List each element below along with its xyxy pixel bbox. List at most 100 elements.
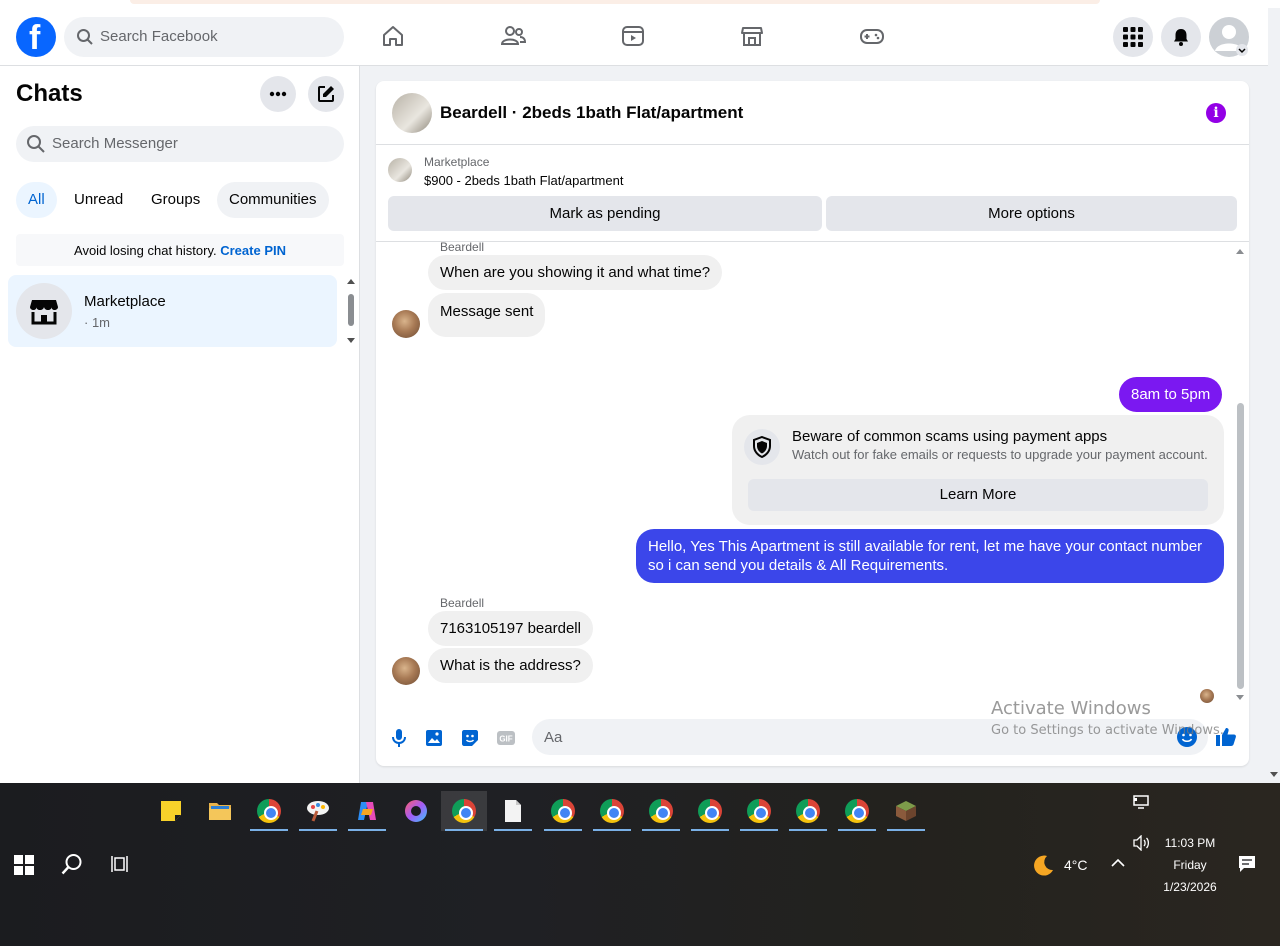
network-icon[interactable] [1133, 795, 1151, 811]
new-message-button[interactable] [308, 76, 344, 112]
marketplace-icon[interactable] [738, 22, 766, 50]
listing-thumbnail[interactable] [388, 158, 412, 182]
filter-communities[interactable]: Communities [217, 182, 329, 218]
notifications-button[interactable] [1161, 17, 1201, 57]
filter-all[interactable]: All [16, 182, 57, 218]
outgoing-message[interactable]: 8am to 5pm [1119, 377, 1223, 412]
listing-price[interactable]: $900 - 2beds 1bath Flat/apartment [424, 173, 623, 188]
chat-scrollbar-thumb[interactable] [1237, 403, 1244, 689]
video-icon[interactable] [619, 22, 647, 50]
filter-unread[interactable]: Unread [62, 182, 135, 218]
messenger-search-input[interactable]: Search Messenger [16, 126, 344, 162]
windows-start-icon[interactable] [14, 855, 34, 875]
chat-header: Beardell · 2beds 1bath Flat/apartment i [376, 81, 1249, 145]
paint-icon [307, 801, 329, 822]
filter-groups[interactable]: Groups [139, 182, 212, 218]
incoming-message[interactable]: 7163105197 beardell [428, 611, 593, 646]
facebook-header: f Search Facebook [0, 8, 1268, 66]
sidebar-scrollbar[interactable] [346, 276, 356, 346]
account-avatar-button[interactable] [1209, 17, 1249, 57]
chrome-icon [551, 799, 575, 823]
chat-window: Beardell · 2beds 1bath Flat/apartment i … [376, 81, 1249, 766]
info-icon[interactable]: i [1206, 103, 1226, 123]
game-block-icon [896, 801, 916, 821]
sender-avatar[interactable] [392, 310, 420, 338]
incoming-message[interactable]: When are you showing it and what time? [428, 255, 723, 290]
copilot-app[interactable] [344, 791, 390, 831]
moon-weather-icon[interactable] [1030, 853, 1056, 879]
clock-time[interactable]: 11:03 PM [1158, 836, 1222, 850]
incoming-message[interactable]: Message sent [428, 293, 546, 337]
chat-options-button[interactable] [260, 76, 296, 112]
menu-grid-button[interactable] [1113, 17, 1153, 57]
pin-notice: Avoid losing chat history. Create PIN [16, 234, 344, 266]
conversation-item-marketplace[interactable]: Marketplace · 1m [8, 275, 337, 347]
chrome-profile-app[interactable] [540, 791, 586, 831]
chrome-icon [649, 799, 673, 823]
chat-scrollbar[interactable] [1234, 243, 1246, 703]
chrome-icon [698, 799, 722, 823]
sticky-notes-app[interactable] [148, 791, 194, 831]
search-icon[interactable] [61, 853, 83, 875]
chrome-profile-app[interactable] [589, 791, 635, 831]
chrome-profile-app[interactable] [638, 791, 684, 831]
sender-name: Beardell [440, 240, 485, 254]
copilot-icon [358, 802, 376, 820]
pin-notice-text: Avoid losing chat history. [74, 243, 217, 258]
svg-text:GIF: GIF [499, 735, 512, 744]
grid-icon [1123, 27, 1143, 47]
volume-icon[interactable] [1133, 835, 1151, 851]
chrome-profile-app[interactable] [441, 791, 487, 831]
document-app[interactable] [490, 791, 536, 831]
task-view-icon[interactable] [110, 855, 130, 873]
sender-name: Beardell [440, 596, 485, 610]
more-options-button[interactable]: More options [826, 196, 1237, 231]
facebook-search-input[interactable]: Search Facebook [64, 17, 344, 57]
home-icon[interactable] [379, 22, 407, 50]
create-pin-link[interactable]: Create PIN [220, 243, 286, 258]
chrome-icon [747, 799, 771, 823]
shield-icon [753, 436, 771, 458]
mark-as-pending-button[interactable]: Mark as pending [388, 196, 822, 231]
incoming-message[interactable]: What is the address? [428, 648, 593, 683]
paint-app[interactable] [295, 791, 341, 831]
gaming-icon[interactable] [858, 22, 886, 50]
clock-date[interactable]: 1/23/2026 [1158, 880, 1222, 894]
chrome-icon [796, 799, 820, 823]
store-icon [30, 300, 58, 325]
scam-warning-card: Beware of common scams using payment app… [732, 415, 1224, 525]
photos-app[interactable] [393, 791, 439, 831]
chrome-profile-app[interactable] [834, 791, 880, 831]
scam-warning-body: Watch out for fake emails or requests to… [792, 447, 1208, 462]
chat-title[interactable]: Beardell · 2beds 1bath Flat/apartment [440, 103, 743, 123]
folder-icon [209, 803, 231, 820]
minecraft-app[interactable] [883, 791, 929, 831]
sender-avatar[interactable] [392, 657, 420, 685]
notification-center-icon[interactable] [1238, 855, 1256, 873]
listing-avatar[interactable] [392, 93, 432, 133]
message-input-placeholder: Aa [544, 729, 563, 746]
shield-icon-wrap [744, 429, 780, 465]
weather-temperature[interactable]: 4°C [1064, 857, 1088, 873]
clock-day[interactable]: Friday [1158, 858, 1222, 872]
photo-icon[interactable] [423, 727, 445, 749]
outgoing-message[interactable]: Hello, Yes This Apartment is still avail… [636, 529, 1224, 583]
divider [376, 241, 1249, 242]
friends-icon[interactable] [499, 22, 527, 50]
page-scrollbar[interactable] [1268, 8, 1280, 783]
chrome-profile-app[interactable] [687, 791, 733, 831]
microphone-icon[interactable] [388, 727, 410, 749]
scam-warning-title: Beware of common scams using payment app… [792, 428, 1108, 445]
file-explorer-app[interactable] [197, 791, 243, 831]
chrome-icon [845, 799, 869, 823]
chrome-app[interactable] [246, 791, 292, 831]
facebook-logo[interactable]: f [16, 17, 56, 57]
bell-icon [1174, 29, 1188, 46]
gif-icon[interactable]: GIF [495, 727, 517, 749]
sticker-icon[interactable] [459, 727, 481, 749]
learn-more-button[interactable]: Learn More [748, 479, 1208, 511]
search-placeholder: Search Facebook [100, 28, 218, 45]
chrome-profile-app[interactable] [736, 791, 782, 831]
chevron-up-icon[interactable] [1111, 858, 1125, 868]
chrome-profile-app[interactable] [785, 791, 831, 831]
